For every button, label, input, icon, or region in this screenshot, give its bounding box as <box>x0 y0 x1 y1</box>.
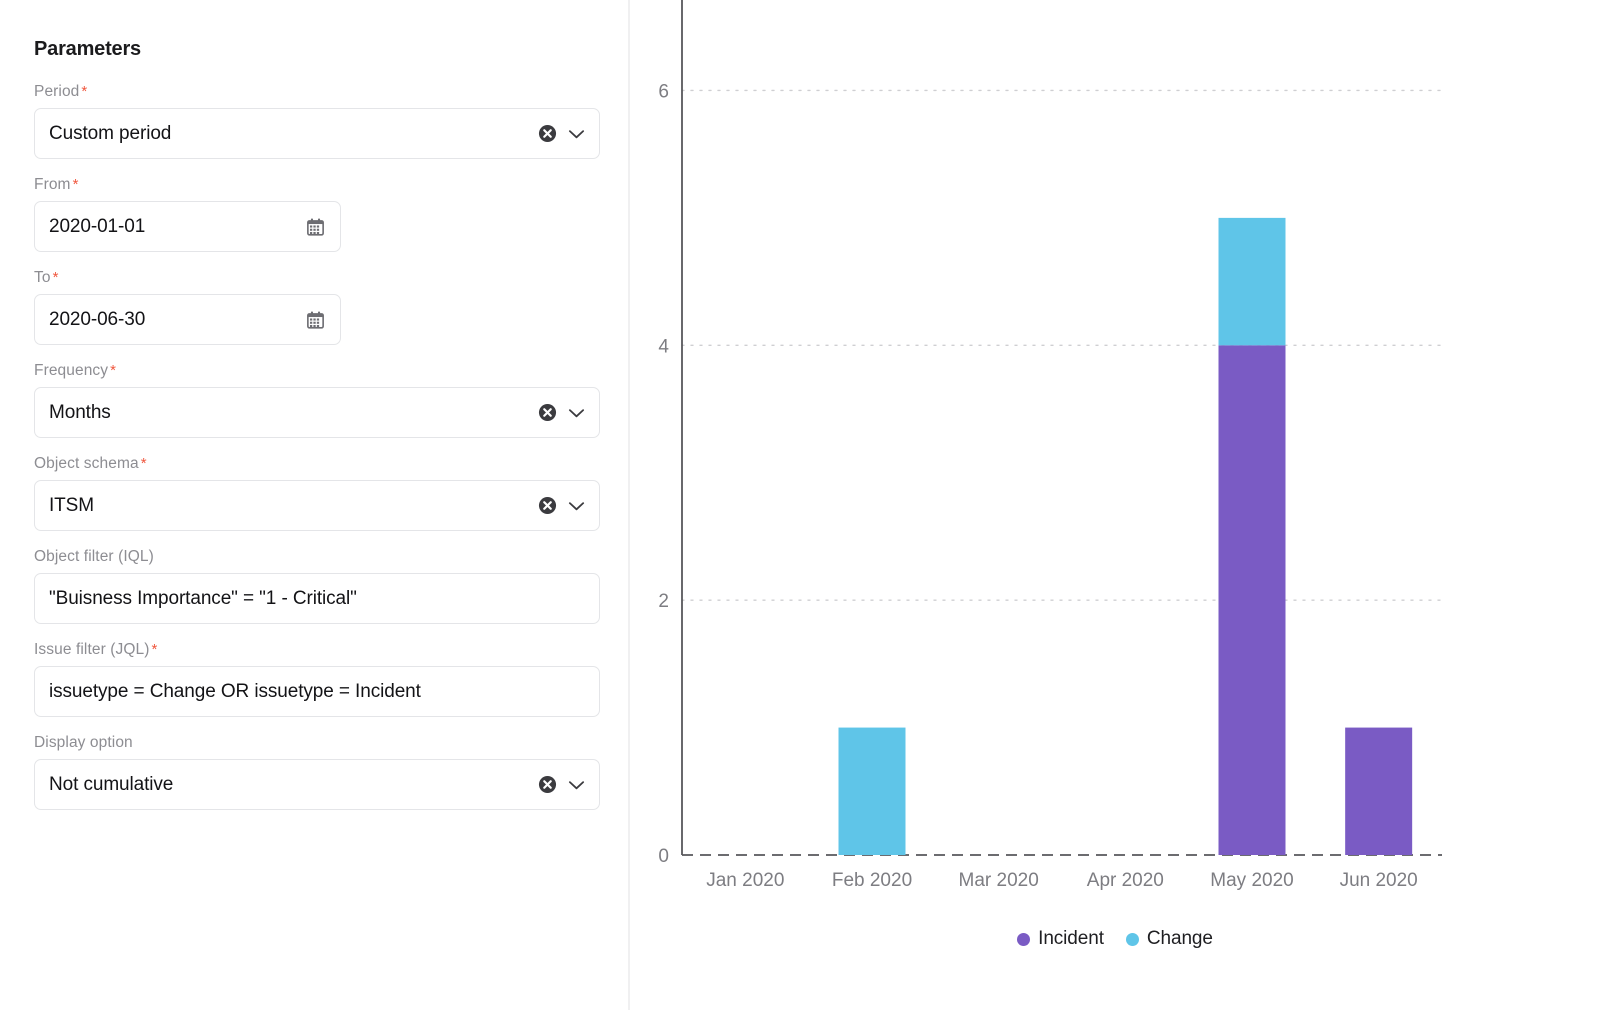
field-label-text: Frequency <box>34 362 108 380</box>
x-axis-tick-label: Feb 2020 <box>832 870 912 891</box>
x-axis-tick-label: Jun 2020 <box>1340 870 1418 891</box>
x-axis-tick-label: Mar 2020 <box>959 870 1039 891</box>
field-value: 2020-01-01 <box>49 216 145 238</box>
required-asterisk: * <box>81 83 87 100</box>
control-actions <box>538 109 586 158</box>
required-asterisk: * <box>152 641 158 658</box>
field-value: issuetype = Change OR issuetype = Incide… <box>49 681 421 703</box>
clear-icon[interactable] <box>538 124 557 143</box>
field-label: To* <box>34 269 598 287</box>
field-label: Period* <box>34 83 598 101</box>
field-label: Object filter (IQL) <box>34 548 598 566</box>
bar-segment[interactable] <box>1345 728 1412 855</box>
field-value: 2020-06-30 <box>49 309 145 331</box>
date-input[interactable]: 2020-06-30 <box>34 294 341 345</box>
control-actions <box>538 481 586 530</box>
field-value: Months <box>49 402 111 424</box>
y-axis-tick-label: 4 <box>658 336 669 357</box>
chevron-down-icon[interactable] <box>567 127 586 141</box>
field-label: Frequency* <box>34 362 598 380</box>
bar-segment[interactable] <box>839 728 906 855</box>
parameter-field: Object schema* ITSM <box>34 455 598 531</box>
x-axis-tick-label: Jan 2020 <box>706 870 784 891</box>
y-axis-tick-label: 0 <box>658 846 669 867</box>
parameters-panel: Parameters Period*Custom periodFrom*2020… <box>0 0 630 1010</box>
legend-label: Incident <box>1038 928 1104 950</box>
field-label: Object schema* <box>34 455 598 473</box>
field-label: Issue filter (JQL)* <box>34 641 598 659</box>
chart-panel: 0 2 4 6 Jan 2020 Feb 2020 Mar 2020 Apr 2020 May … <box>630 0 1600 1010</box>
clear-icon[interactable] <box>538 496 557 515</box>
control-actions <box>538 388 586 437</box>
parameter-field: Object filter (IQL) "Buisness Importance"… <box>34 548 598 624</box>
legend-color-dot <box>1126 933 1139 946</box>
chevron-down-icon[interactable] <box>567 499 586 513</box>
parameter-field: Display option Not cumulative <box>34 734 598 810</box>
field-label-text: Object filter (IQL) <box>34 548 154 566</box>
required-asterisk: * <box>73 176 79 193</box>
control-actions <box>538 760 586 809</box>
field-value: Custom period <box>49 123 171 145</box>
select-control[interactable]: Not cumulative <box>34 759 600 810</box>
chevron-down-icon[interactable] <box>567 406 586 420</box>
text-input[interactable]: "Buisness Importance" = "1 - Critical" <box>34 573 600 624</box>
parameter-field: To* 2020-06-30 <box>34 269 598 345</box>
field-label-text: Object schema <box>34 455 139 473</box>
chart-legend: Incident Change <box>630 928 1600 950</box>
clear-icon[interactable] <box>538 403 557 422</box>
parameter-field: Frequency* Months <box>34 362 598 438</box>
field-label-text: Display option <box>34 734 133 752</box>
required-asterisk: * <box>141 455 147 472</box>
field-label-text: To <box>34 269 51 287</box>
select-control[interactable]: ITSM <box>34 480 600 531</box>
page-title: Parameters <box>34 38 598 61</box>
select-control[interactable]: Months <box>34 387 600 438</box>
x-axis-tick-label: May 2020 <box>1210 870 1293 891</box>
parameter-field: From* 2020-01-01 <box>34 176 598 252</box>
field-label: From* <box>34 176 598 194</box>
legend-item[interactable]: Change <box>1126 928 1213 950</box>
calendar-icon[interactable] <box>305 216 326 237</box>
parameter-field: Period* Custom period <box>34 83 598 159</box>
field-label-text: From <box>34 176 71 194</box>
legend-color-dot <box>1017 933 1030 946</box>
date-input[interactable]: 2020-01-01 <box>34 201 341 252</box>
y-axis-tick-label: 6 <box>658 81 669 102</box>
parameters-field-list: Period*Custom periodFrom*2020-01-01To*20… <box>34 83 598 810</box>
field-value: Not cumulative <box>49 774 173 796</box>
chevron-down-icon[interactable] <box>567 778 586 792</box>
required-asterisk: * <box>53 269 59 286</box>
text-input[interactable]: issuetype = Change OR issuetype = Incide… <box>34 666 600 717</box>
x-axis-tick-label: Apr 2020 <box>1087 870 1164 891</box>
calendar-icon[interactable] <box>305 309 326 330</box>
field-label-text: Period <box>34 83 79 101</box>
report-screen: Parameters Period*Custom periodFrom*2020… <box>0 0 1600 1010</box>
legend-label: Change <box>1147 928 1213 950</box>
field-value: ITSM <box>49 495 94 517</box>
field-value: "Buisness Importance" = "1 - Critical" <box>49 588 357 610</box>
stacked-bar-chart: 0 2 4 6 Jan 2020 Feb 2020 Mar 2020 Apr 2020 May … <box>630 0 1600 910</box>
bar-segment[interactable] <box>1219 345 1286 855</box>
clear-icon[interactable] <box>538 775 557 794</box>
required-asterisk: * <box>110 362 116 379</box>
legend-item[interactable]: Incident <box>1017 928 1104 950</box>
select-control[interactable]: Custom period <box>34 108 600 159</box>
field-label-text: Issue filter (JQL) <box>34 641 150 659</box>
y-axis-tick-label: 2 <box>658 591 669 612</box>
bar-segment[interactable] <box>1219 218 1286 345</box>
parameter-field: Issue filter (JQL)* issuetype = Change OR… <box>34 641 598 717</box>
field-label: Display option <box>34 734 598 752</box>
